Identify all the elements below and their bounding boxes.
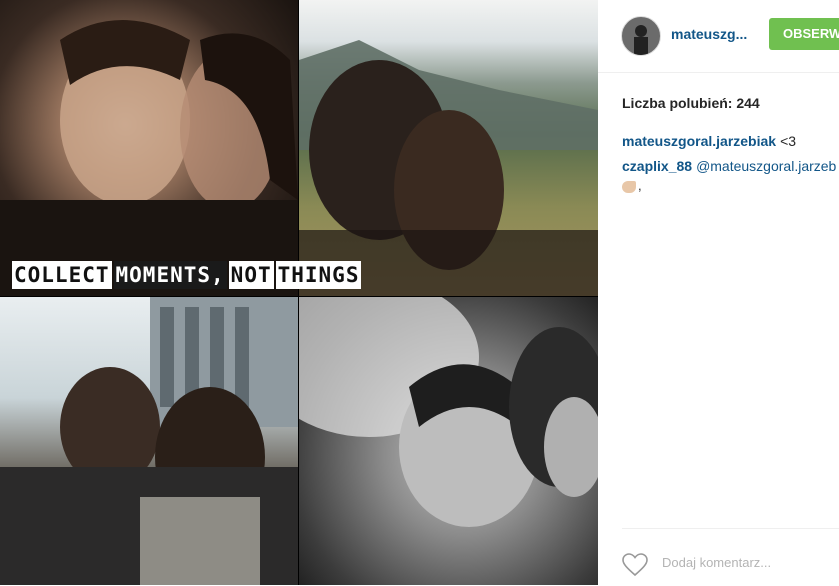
add-comment-input[interactable]: Dodaj komentarz... bbox=[662, 555, 771, 570]
photo-tile-bottom-left bbox=[0, 297, 298, 585]
caption-word: NOT bbox=[228, 261, 274, 289]
comment-continuation: , bbox=[622, 178, 642, 193]
heart-icon[interactable] bbox=[622, 553, 648, 582]
post-header: mateuszg... OBSERW bbox=[598, 0, 839, 73]
comment-item: czaplix_88 @mateuszgoral.jarzeb bbox=[622, 158, 836, 174]
caption-word: COLLECT bbox=[12, 261, 112, 289]
post-photo[interactable]: COLLECT MOMENTS, NOT THINGS bbox=[0, 0, 598, 585]
comment-footer: Dodaj komentarz... bbox=[622, 528, 839, 586]
comment-username[interactable]: czaplix_88 bbox=[622, 158, 692, 174]
caption-word: THINGS bbox=[275, 261, 362, 289]
comment-text: <3 bbox=[780, 133, 797, 149]
follow-button[interactable]: OBSERW bbox=[769, 18, 839, 50]
photo-tile-top-right bbox=[299, 0, 598, 296]
comment-item: mateuszgoral.jarzebiak <3 bbox=[622, 133, 796, 149]
flexed-biceps-icon bbox=[622, 180, 636, 193]
comment-mention[interactable]: @mateuszgoral.jarzeb bbox=[696, 158, 836, 174]
username-link[interactable]: mateuszg... bbox=[671, 26, 747, 42]
avatar[interactable] bbox=[621, 16, 661, 56]
photo-tile-top-left bbox=[0, 0, 298, 296]
comment-username[interactable]: mateuszgoral.jarzebiak bbox=[622, 133, 776, 149]
likes-count: Liczba polubień: 244 bbox=[622, 95, 760, 111]
photo-caption-overlay: COLLECT MOMENTS, NOT THINGS bbox=[12, 258, 362, 292]
photo-tile-bottom-right bbox=[299, 297, 598, 585]
comment-text: , bbox=[638, 178, 642, 193]
caption-word: MOMENTS, bbox=[113, 261, 227, 289]
